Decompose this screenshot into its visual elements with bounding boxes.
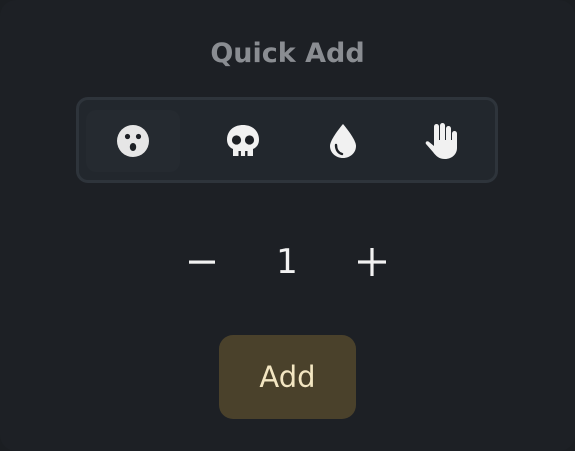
increment-button[interactable] (348, 238, 396, 286)
plus-icon (358, 248, 386, 276)
icon-option-surprised[interactable] (86, 110, 180, 172)
hand-icon (423, 122, 459, 160)
skull-icon (225, 123, 261, 159)
decrement-button[interactable] (178, 238, 226, 286)
icon-selector (76, 97, 498, 183)
quick-add-panel: Quick Add 1 Add (0, 0, 575, 451)
icon-option-drop[interactable] (296, 110, 390, 172)
surprised-face-icon (116, 124, 150, 158)
add-button[interactable]: Add (219, 335, 356, 419)
drop-icon (328, 123, 358, 159)
quantity-value: 1 (276, 242, 298, 282)
panel-title: Quick Add (210, 38, 365, 69)
icon-option-skull[interactable] (196, 110, 290, 172)
icon-option-hand[interactable] (394, 110, 488, 172)
minus-icon (189, 260, 215, 264)
